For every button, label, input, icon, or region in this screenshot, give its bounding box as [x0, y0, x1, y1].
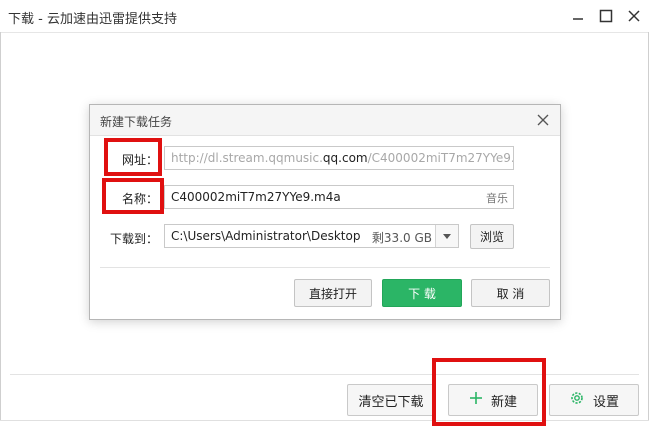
path-label: 下载到：: [110, 232, 159, 246]
browse-label: 浏览: [479, 230, 504, 244]
new-task-button[interactable]: 新建: [448, 384, 538, 416]
chevron-down-icon: [443, 229, 451, 243]
url-suffix: /C400002miT7m27YYe9.m: [367, 151, 514, 165]
dialog-header: 新建下载任务: [90, 105, 560, 136]
dialog-divider: [100, 267, 550, 268]
clear-downloaded-button[interactable]: 清空已下载: [347, 384, 435, 416]
settings-button[interactable]: 设置: [549, 384, 639, 416]
window-titlebar: 下载 - 云加速由迅雷提供支持: [0, 0, 649, 33]
cancel-button[interactable]: 取 消: [471, 279, 550, 307]
dialog-close-icon[interactable]: [534, 111, 552, 129]
minimize-icon[interactable]: [568, 6, 588, 26]
free-space-text: 剩33.0 GB: [371, 231, 432, 245]
url-label: 网址：: [122, 153, 159, 167]
url-prefix: http://dl.stream.qqmusic.: [171, 151, 323, 165]
dialog-title: 新建下载任务: [100, 115, 173, 129]
new-download-dialog: 新建下载任务 网址： http://dl.stream.qqmusic. qq.c…: [89, 104, 561, 320]
browse-button[interactable]: 浏览: [470, 224, 514, 249]
plus-icon: [469, 391, 483, 409]
settings-label: 设置: [592, 394, 619, 410]
open-directly-button[interactable]: 直接打开: [294, 279, 372, 307]
name-label: 名称：: [122, 192, 159, 206]
new-task-label: 新建: [490, 394, 517, 410]
open-directly-label: 直接打开: [308, 286, 357, 301]
window-title: 下载 - 云加速由迅雷提供支持: [8, 12, 177, 27]
url-field[interactable]: http://dl.stream.qqmusic. qq.com/C400002m…: [164, 146, 514, 170]
url-domain: qq.com: [322, 151, 368, 165]
gear-icon: [569, 390, 585, 410]
name-value: C400002miT7m27YYe9.m4a: [171, 190, 341, 204]
cancel-label: 取 消: [496, 286, 525, 301]
download-button[interactable]: 下 载: [382, 279, 462, 307]
clear-downloaded-label: 清空已下载: [358, 394, 424, 410]
bottom-divider: [10, 374, 639, 375]
file-type-tag: 音乐: [486, 192, 508, 205]
download-label: 下 载: [408, 286, 436, 301]
path-value: C:\Users\Administrator\Desktop: [171, 229, 361, 243]
maximize-icon[interactable]: [596, 6, 616, 26]
close-icon[interactable]: [624, 6, 644, 26]
path-field[interactable]: C:\Users\Administrator\Desktop 剩33.0 GB: [164, 224, 459, 248]
name-field[interactable]: C400002miT7m27YYe9.m4a 音乐: [164, 185, 514, 209]
path-dropdown-button[interactable]: [435, 225, 458, 247]
